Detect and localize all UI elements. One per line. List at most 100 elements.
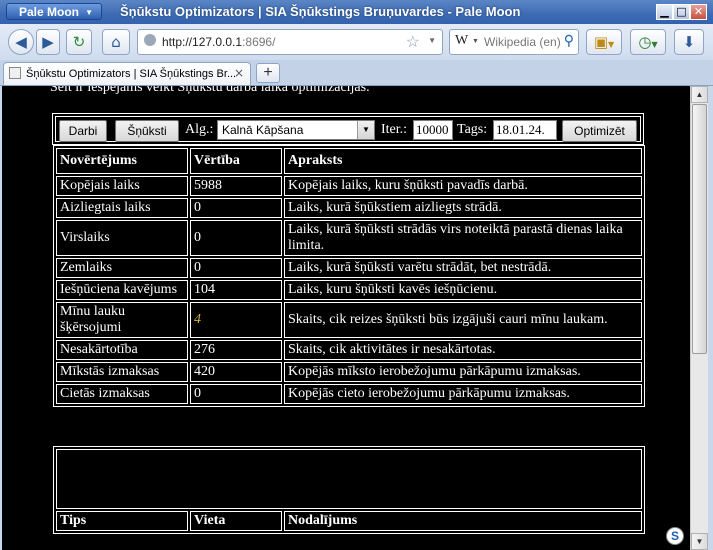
row-description: Laiks, kurā šņūkstiem aizliegts strādā. bbox=[284, 198, 642, 218]
table-row: Zemlaiks 0 Laiks, kurā šņūksti varētu st… bbox=[56, 258, 642, 278]
header-type: Tips bbox=[56, 511, 188, 531]
evaluation-table: Novērtējums Vērtība Apraksts Kopējais la… bbox=[53, 145, 645, 407]
forward-button[interactable]: ▶ bbox=[36, 29, 60, 55]
scrollbar-thumb[interactable] bbox=[692, 104, 707, 354]
alg-label: Alg.: bbox=[185, 122, 214, 137]
app-menu-button[interactable]: Pale Moon ▼ bbox=[6, 3, 102, 20]
table-header-row: Tips Vieta Nodalījums bbox=[56, 511, 642, 531]
row-value: 0 bbox=[190, 258, 282, 278]
header-evaluation: Novērtējums bbox=[56, 148, 188, 174]
algorithm-value: Kalnā Kāpšana bbox=[222, 123, 304, 137]
row-name: Aizliegtais laiks bbox=[56, 198, 188, 218]
search-input[interactable]: Wikipedia (en) bbox=[484, 35, 561, 49]
row-value: 4 bbox=[190, 302, 282, 338]
chevron-down-icon: ▼ bbox=[85, 8, 93, 17]
history-menu-button[interactable]: ◷▼ bbox=[630, 29, 666, 55]
row-value: 104 bbox=[190, 280, 282, 300]
row-name: Zemlaiks bbox=[56, 258, 188, 278]
row-value: 0 bbox=[190, 198, 282, 218]
empty-cell bbox=[56, 449, 642, 509]
globe-icon bbox=[144, 34, 156, 46]
close-window-button[interactable]: ✕ bbox=[690, 4, 707, 20]
home-button[interactable]: ⌂ bbox=[102, 29, 130, 55]
date-input[interactable]: 18.01.24. bbox=[493, 120, 557, 140]
optimize-button[interactable]: Optimizēt bbox=[562, 120, 637, 142]
tab-close-button[interactable]: × bbox=[234, 66, 244, 80]
table-header-row: Novērtējums Vērtība Apraksts bbox=[56, 148, 642, 174]
addon-status-icon[interactable]: S bbox=[666, 527, 684, 545]
tags-label: Tags: bbox=[457, 122, 488, 137]
tab-title: Šņūkstu Optimizators | SIA Šņūkstings Br… bbox=[26, 68, 237, 80]
wikipedia-icon[interactable]: W bbox=[455, 33, 468, 49]
row-description: Kopējās cieto ierobežojumu pārkāpumu izm… bbox=[284, 384, 642, 404]
chevron-down-icon[interactable]: ▼ bbox=[428, 36, 436, 45]
row-description: Skaits, cik aktivitātes ir nesakārtotas. bbox=[284, 340, 642, 360]
chevron-down-icon[interactable]: ▼ bbox=[472, 38, 479, 45]
table-row: Mīnu lauku šķērsojumi 4 Skaits, cik reiz… bbox=[56, 302, 642, 338]
url-text[interactable]: http://127.0.0.1:8696/ bbox=[162, 35, 275, 49]
algorithm-select[interactable]: Kalnā Kāpšana ▼ bbox=[217, 120, 375, 140]
row-name: Mīnu lauku šķērsojumi bbox=[56, 302, 188, 338]
page-content: Šeit ir iespējams veikt Šņūkstu darba la… bbox=[2, 86, 690, 550]
row-name: Kopējais laiks bbox=[56, 176, 188, 196]
bookmark-star-icon[interactable]: ☆ bbox=[406, 32, 420, 52]
app-menu-label: Pale Moon bbox=[19, 5, 80, 19]
header-description: Apraksts bbox=[284, 148, 642, 174]
row-value: 420 bbox=[190, 362, 282, 382]
row-description: Kopējais laiks, kuru šņūksti pavadīs dar… bbox=[284, 176, 642, 196]
reload-button[interactable]: ↻ bbox=[66, 29, 92, 55]
back-button[interactable]: ◀ bbox=[8, 29, 34, 55]
scroll-down-button[interactable]: ▼ bbox=[691, 533, 708, 550]
chevron-down-icon: ▼ bbox=[651, 40, 658, 49]
header-value: Vērtība bbox=[190, 148, 282, 174]
iter-label: Iter.: bbox=[381, 122, 408, 137]
bookmarks-menu-button[interactable]: ▣▼ bbox=[586, 29, 622, 55]
url-host: http://127.0.0.1 bbox=[162, 35, 243, 49]
chevron-down-icon: ▼ bbox=[608, 40, 615, 49]
new-tab-button[interactable]: + bbox=[256, 63, 280, 83]
row-name: Nesakārtotība bbox=[56, 340, 188, 360]
table-empty-row bbox=[56, 449, 642, 509]
tab-strip: Šņūkstu Optimizators | SIA Šņūkstings Br… bbox=[0, 60, 713, 86]
row-name: Mīkstās izmaksas bbox=[56, 362, 188, 382]
optimizer-toolbar: Darbi Šņūksti Alg.: Kalnā Kāpšana ▼ Iter… bbox=[52, 113, 644, 145]
darbi-button[interactable]: Darbi bbox=[59, 120, 107, 142]
row-value: 0 bbox=[190, 220, 282, 256]
table-row: Cietās izmaksas 0 Kopējās cieto ierobežo… bbox=[56, 384, 642, 404]
minimize-button[interactable]: ▁ bbox=[656, 4, 673, 20]
vertical-scrollbar[interactable]: ▲ ▼ bbox=[690, 86, 708, 550]
row-description: Kopējās mīksto ierobežojumu pārkāpumu iz… bbox=[284, 362, 642, 382]
table-row: Nesakārtotība 276 Skaits, cik aktivitāte… bbox=[56, 340, 642, 360]
url-port: :8696/ bbox=[242, 35, 276, 49]
page-icon bbox=[9, 67, 21, 79]
table-row: Aizliegtais laiks 0 Laiks, kurā šņūkstie… bbox=[56, 198, 642, 218]
clock-icon: ◷ bbox=[638, 33, 652, 51]
downloads-button[interactable]: ⬇ bbox=[674, 29, 704, 55]
chevron-down-icon[interactable]: ▼ bbox=[357, 121, 374, 139]
table-row: Virslaiks 0 Laiks, kurā šņūksti strādās … bbox=[56, 220, 642, 256]
url-bar[interactable]: http://127.0.0.1:8696/ ☆ ▼ bbox=[137, 29, 443, 55]
table-row: Mīkstās izmaksas 420 Kopējās mīksto iero… bbox=[56, 362, 642, 382]
tab-active[interactable]: Šņūkstu Optimizators | SIA Šņūkstings Br… bbox=[3, 62, 251, 85]
scroll-up-button[interactable]: ▲ bbox=[691, 86, 708, 103]
search-bar[interactable]: W ▼ Wikipedia (en) ⚲ bbox=[449, 29, 579, 55]
table-row: Kopējais laiks 5988 Kopējais laiks, kuru… bbox=[56, 176, 642, 196]
row-name: Iešņūciena kavējums bbox=[56, 280, 188, 300]
row-description: Skaits, cik reizes šņūksti būs izgājuši … bbox=[284, 302, 642, 338]
row-description: Laiks, kuru šņūksti kavēs iešņūcienu. bbox=[284, 280, 642, 300]
iterations-input[interactable]: 10000 bbox=[413, 120, 453, 140]
row-description: Laiks, kurā šņūksti varētu strādāt, bet … bbox=[284, 258, 642, 278]
row-description: Laiks, kurā šņūksti strādās virs noteikt… bbox=[284, 220, 642, 256]
table-row: Iešņūciena kavējums 104 Laiks, kuru šņūk… bbox=[56, 280, 642, 300]
intro-text: Šeit ir iespējams veikt Šņūkstu darba la… bbox=[50, 86, 370, 95]
search-icon[interactable]: ⚲ bbox=[564, 33, 574, 49]
row-name: Virslaiks bbox=[56, 220, 188, 256]
window-title-bar: Pale Moon ▼ Šņūkstu Optimizators | SIA Š… bbox=[0, 0, 713, 24]
maximize-button[interactable]: □ bbox=[673, 4, 690, 20]
header-place: Vieta bbox=[190, 511, 282, 531]
row-name: Cietās izmaksas bbox=[56, 384, 188, 404]
row-value: 5988 bbox=[190, 176, 282, 196]
row-value: 276 bbox=[190, 340, 282, 360]
snuksti-button[interactable]: Šņūksti bbox=[115, 120, 179, 142]
bookmarks-icon: ▣ bbox=[593, 33, 609, 51]
